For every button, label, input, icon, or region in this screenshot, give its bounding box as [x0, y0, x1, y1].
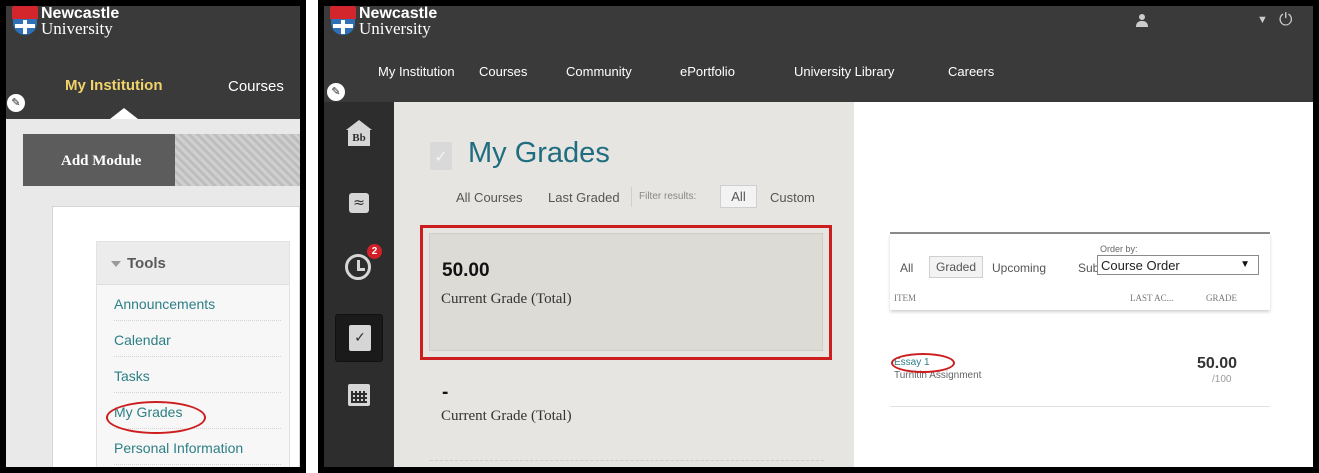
tool-link-announcements[interactable]: Announcements — [114, 285, 281, 321]
university-crest-icon — [12, 6, 38, 36]
grade-item-score: 50.00 — [1197, 355, 1238, 372]
edit-pencil-icon[interactable]: ✎ — [7, 94, 25, 112]
icon-rail — [324, 102, 394, 467]
home-icon[interactable]: Bb — [346, 120, 372, 146]
right-page: Newcastle University My Institution Cour… — [324, 6, 1313, 467]
tab-courses[interactable]: Courses — [228, 78, 284, 95]
activity-stream-icon[interactable]: ≈ — [349, 193, 369, 213]
home-icon-label: Bb — [348, 130, 370, 146]
university-logo[interactable]: Newcastle University — [12, 6, 119, 37]
order-by-label: Order by: — [1100, 244, 1138, 254]
grade-detail-pane: All Graded Upcoming Sub Order by: Course… — [854, 102, 1313, 467]
grade-card-value: - — [442, 382, 449, 403]
logo-text-line2: University — [359, 19, 431, 38]
grade-card-highlight-box — [420, 225, 832, 360]
calendar-icon[interactable] — [348, 384, 370, 406]
order-by-select[interactable]: Course Order ▼ — [1097, 255, 1259, 275]
filter-separator — [631, 187, 632, 207]
grades-nav-tile[interactable]: ✓ — [335, 314, 383, 362]
detail-tab-upcoming[interactable]: Upcoming — [992, 261, 1046, 275]
column-header-item[interactable]: ITEM — [894, 293, 916, 303]
tools-module: Tools Announcements Calendar Tasks My Gr… — [96, 241, 290, 467]
university-crest-icon — [330, 6, 356, 36]
power-icon[interactable]: ⏻ — [1279, 10, 1292, 30]
tool-link-tasks[interactable]: Tasks — [114, 357, 281, 393]
tool-link-calendar[interactable]: Calendar — [114, 321, 281, 357]
nav-eportfolio[interactable]: ePortfolio — [680, 64, 735, 79]
grade-item-max: /100 — [1212, 374, 1232, 385]
notification-badge: 2 — [367, 244, 382, 259]
decorative-hatch — [175, 134, 300, 186]
add-module-bar: Add Module — [23, 134, 300, 186]
nav-courses[interactable]: Courses — [479, 64, 527, 79]
filter-all-button[interactable]: All — [720, 185, 757, 208]
order-by-value: Course Order — [1101, 258, 1180, 273]
university-logo[interactable]: Newcastle University — [330, 6, 437, 37]
left-screenshot-panel: Newcastle University My Institution Cour… — [0, 0, 306, 473]
add-module-button[interactable]: Add Module — [23, 134, 175, 186]
grade-card-label: Current Grade (Total) — [441, 408, 572, 424]
nav-university-library[interactable]: University Library — [794, 64, 894, 79]
right-screenshot-panel: Newcastle University My Institution Cour… — [318, 0, 1319, 473]
tools-module-header[interactable]: Tools — [97, 242, 289, 285]
collapse-caret-icon — [111, 261, 121, 268]
header-bar: Newcastle University My Institution Cour… — [324, 6, 1313, 102]
filter-all-courses[interactable]: All Courses — [456, 190, 522, 205]
tools-title: Tools — [127, 255, 166, 272]
column-header-last-activity[interactable]: LAST AC... — [1130, 293, 1173, 303]
chevron-down-icon[interactable]: ▼ — [1257, 14, 1268, 26]
card-divider — [430, 460, 824, 461]
nav-careers[interactable]: Careers — [948, 64, 994, 79]
alarm-clock-icon[interactable] — [345, 254, 371, 280]
logo-text-line2: University — [41, 19, 113, 38]
filter-results-label: Filter results: — [639, 191, 697, 202]
row-divider — [890, 406, 1270, 407]
my-grades-highlight-oval — [106, 401, 206, 434]
page-title: My Grades — [468, 137, 610, 169]
nav-community[interactable]: Community — [566, 64, 632, 79]
user-icon[interactable] — [1135, 14, 1149, 28]
grades-column: ✓ My Grades All Courses Last Graded Filt… — [394, 102, 854, 467]
dropdown-arrow-icon: ▼ — [1240, 259, 1250, 270]
tool-link-personal-information[interactable]: Personal Information — [114, 429, 281, 465]
grades-icon: ✓ — [349, 325, 371, 351]
essay-highlight-oval — [891, 353, 955, 373]
header-bar: Newcastle University My Institution Cour… — [6, 6, 300, 119]
edit-pencil-icon[interactable]: ✎ — [327, 83, 345, 101]
active-tab-pointer — [110, 108, 138, 119]
tab-my-institution[interactable]: My Institution — [65, 77, 163, 94]
detail-tab-graded[interactable]: Graded — [929, 256, 983, 278]
filter-custom-button[interactable]: Custom — [770, 190, 815, 205]
grades-document-icon: ✓ — [430, 142, 452, 170]
left-page: Newcastle University My Institution Cour… — [6, 6, 300, 467]
nav-my-institution[interactable]: My Institution — [378, 64, 455, 79]
detail-tab-all[interactable]: All — [900, 261, 913, 275]
column-header-grade[interactable]: GRADE — [1206, 293, 1237, 303]
filter-last-graded[interactable]: Last Graded — [548, 190, 620, 205]
